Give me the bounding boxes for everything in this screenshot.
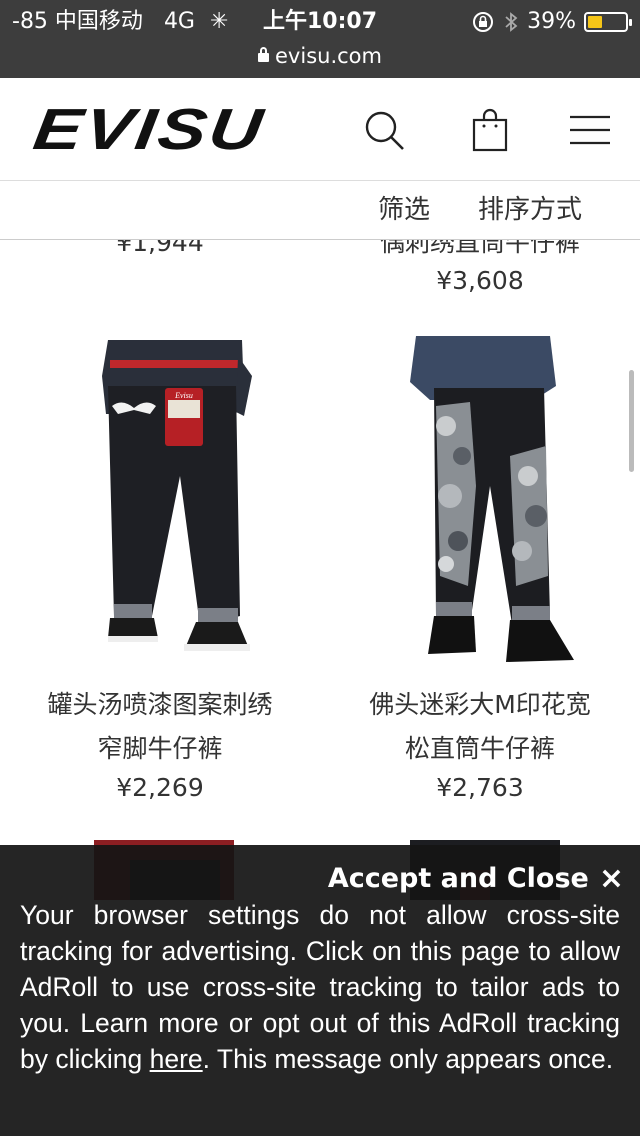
evisu-logo[interactable]: EVISU [30, 97, 269, 162]
product-card[interactable]: 佛头迷彩大M印花宽 松直筒牛仔裤 ¥2,763 [320, 336, 640, 805]
address-bar[interactable]: evisu.com [0, 40, 640, 72]
product-price: ¥1,944 [116, 240, 204, 257]
system-status-row: -85 中国移动 4G ✳ 上午10:07 39% [0, 6, 640, 38]
product-name-line2: 窄脚牛仔裤 [97, 734, 223, 763]
shopping-bag-icon[interactable] [468, 108, 512, 152]
product-price: ¥3,608 [436, 266, 524, 295]
product-name-line1: 佛头迷彩大M印花宽 [369, 690, 591, 719]
consent-message[interactable]: Your browser settings do not allow cross… [20, 897, 620, 1077]
product-card-partial-left[interactable]: ¥1,944 [0, 240, 320, 260]
filter-button[interactable]: 筛选 [378, 191, 430, 229]
accept-label: Accept and Close [327, 863, 589, 894]
sort-button[interactable]: 排序方式 [478, 191, 582, 229]
lock-icon [258, 47, 270, 62]
battery-icon [584, 12, 632, 32]
menu-icon[interactable] [568, 108, 612, 152]
consent-message-tail: . This message only appears once. [202, 1044, 614, 1074]
product-name-tail: 偶刺绣直筒牛仔裤 [379, 240, 580, 257]
product-image-jeans-paint-can[interactable]: Evisu [30, 336, 290, 671]
close-icon[interactable]: × [599, 864, 624, 894]
tracking-consent-banner[interactable]: Accept and Close × Your browser settings… [0, 845, 640, 1136]
product-card-partial-right[interactable]: 偶刺绣直筒牛仔裤 ¥3,608 [320, 240, 640, 298]
product-card[interactable]: Evisu 罐头汤喷漆图案刺绣 窄脚牛仔裤 ¥2,269 [0, 336, 320, 805]
status-right: 39% [471, 6, 632, 38]
product-image-camo-jeans[interactable] [350, 336, 610, 671]
battery-level [588, 16, 603, 28]
accept-and-close-button[interactable]: Accept and Close × [328, 861, 624, 897]
site-header: EVISU [0, 78, 640, 181]
scrollbar[interactable] [629, 370, 634, 472]
browser-status-bar: -85 中国移动 4G ✳ 上午10:07 39% evisu.com [0, 0, 640, 78]
product-price: ¥2,763 [436, 773, 524, 802]
orientation-lock-icon [473, 12, 494, 32]
product-name-line1: 罐头汤喷漆图案刺绣 [47, 690, 273, 719]
bluetooth-icon [505, 12, 518, 32]
product-price: ¥2,269 [116, 773, 204, 802]
battery-percent: 39% [527, 9, 576, 34]
product-name-line2: 松直筒牛仔裤 [404, 734, 555, 763]
svg-text:Evisu: Evisu [174, 391, 193, 400]
url-text: evisu.com [275, 44, 382, 68]
opt-out-link[interactable]: here [150, 1044, 203, 1074]
filter-sort-bar: 筛选 排序方式 [0, 181, 640, 240]
search-icon[interactable] [362, 108, 406, 152]
